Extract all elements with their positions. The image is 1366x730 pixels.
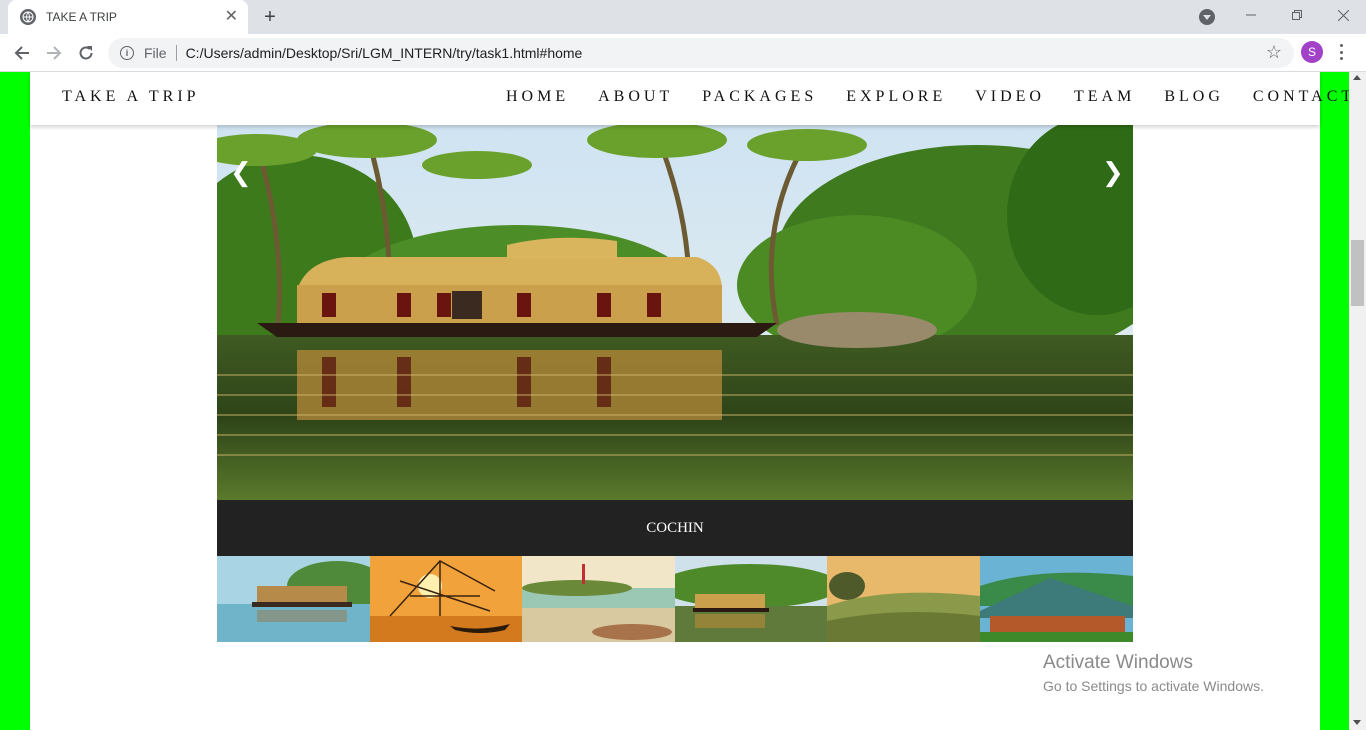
nav-about[interactable]: ABOUT [598, 88, 673, 106]
page-scrollbar[interactable] [1349, 72, 1366, 730]
nav-packages[interactable]: PACKAGES [702, 88, 817, 106]
close-window-button[interactable] [1320, 0, 1366, 30]
scroll-thumb[interactable] [1351, 240, 1364, 306]
thumbnail-strip [217, 556, 1133, 642]
nav-links: HOME ABOUT PACKAGES EXPLORE VIDEO TEAM B… [506, 88, 1349, 106]
prev-slide-button[interactable]: ❮ [230, 158, 252, 188]
restore-button[interactable] [1274, 0, 1320, 30]
url-text[interactable]: C:/Users/admin/Desktop/Sri/LGM_INTERN/tr… [186, 45, 583, 61]
tab-search-icon[interactable] [1199, 9, 1215, 25]
thumbnail-houseboat-palms[interactable] [674, 556, 828, 642]
nav-team[interactable]: TEAM [1074, 88, 1135, 106]
nav-explore[interactable]: EXPLORE [846, 88, 946, 106]
thumbnail-houseboat-backwater[interactable] [217, 556, 370, 642]
thumbnail-beach[interactable] [522, 556, 675, 642]
site-brand[interactable]: TAKE A TRIP [62, 88, 200, 106]
plus-icon[interactable]: + [258, 6, 282, 28]
activation-watermark: Activate Windows Go to Settings to activ… [1043, 652, 1264, 694]
watermark-subtitle: Go to Settings to activate Windows. [1043, 678, 1264, 694]
star-icon[interactable]: ☆ [1266, 42, 1282, 63]
page-viewport: TAKE A TRIP HOME ABOUT PACKAGES EXPLORE … [0, 72, 1349, 730]
scroll-down-icon[interactable] [1353, 720, 1361, 725]
globe-icon [20, 9, 36, 25]
scroll-up-icon[interactable] [1353, 75, 1361, 80]
browser-tab[interactable]: TAKE A TRIP ✕ [8, 0, 248, 34]
scheme-label: File [144, 45, 167, 61]
thumbnail-tea-hills[interactable] [827, 556, 980, 642]
forward-icon[interactable] [42, 41, 66, 65]
watermark-title: Activate Windows [1043, 652, 1193, 673]
nav-home[interactable]: HOME [506, 88, 569, 106]
close-icon[interactable]: ✕ [225, 9, 238, 25]
nav-video[interactable]: VIDEO [975, 88, 1045, 106]
thumbnail-cottages[interactable] [979, 556, 1133, 642]
slide-caption: COCHIN [217, 500, 1133, 556]
next-slide-button[interactable]: ❯ [1102, 158, 1124, 188]
browser-toolbar: i File C:/Users/admin/Desktop/Sri/LGM_IN… [0, 34, 1366, 72]
profile-avatar[interactable]: S [1301, 41, 1323, 63]
slideshow-image [217, 125, 1133, 500]
nav-contact[interactable]: CONTACT [1253, 88, 1349, 106]
back-icon[interactable] [10, 41, 34, 65]
minimize-button[interactable] [1228, 0, 1274, 30]
reload-icon[interactable] [74, 41, 98, 65]
menu-icon[interactable] [1336, 42, 1346, 62]
separator [175, 45, 177, 61]
page-content: TAKE A TRIP HOME ABOUT PACKAGES EXPLORE … [30, 72, 1349, 730]
nav-blog[interactable]: BLOG [1164, 88, 1224, 106]
tab-title: TAKE A TRIP [46, 10, 117, 24]
address-bar[interactable]: i File C:/Users/admin/Desktop/Sri/LGM_IN… [108, 38, 1294, 68]
thumbnail-fishing-nets[interactable] [369, 556, 523, 642]
caption-text: COCHIN [646, 519, 704, 536]
info-icon[interactable]: i [120, 46, 134, 60]
site-navbar: TAKE A TRIP HOME ABOUT PACKAGES EXPLORE … [30, 72, 1349, 125]
browser-tab-strip: TAKE A TRIP ✕ + [0, 0, 1366, 34]
